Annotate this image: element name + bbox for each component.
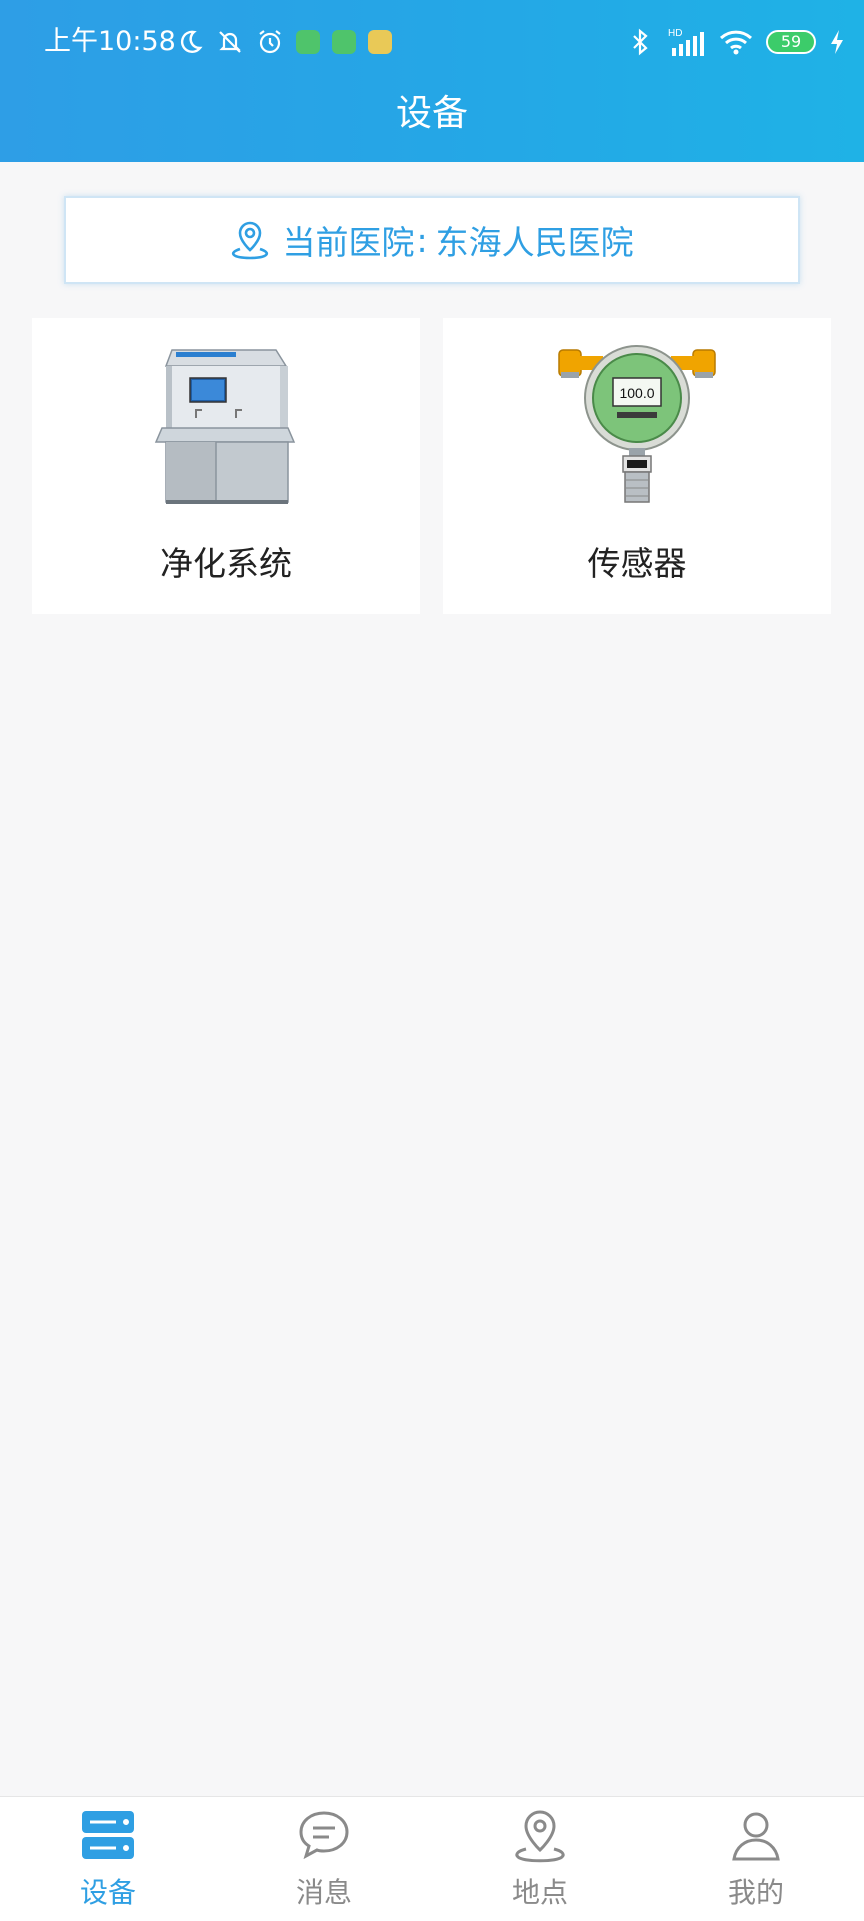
app-notification-icon [296, 30, 320, 54]
sensor-display-value: 100.0 [619, 385, 654, 401]
hospital-colon: : [416, 220, 428, 260]
hospital-label: 当前医院 [282, 223, 415, 262]
status-left-icons [176, 24, 392, 60]
moon-icon [180, 30, 203, 53]
charging-icon [831, 30, 843, 54]
network-type-label: HD [668, 28, 682, 39]
location-pin-icon [232, 221, 269, 260]
app-notification-icon [368, 30, 392, 54]
status-time: 上午10:58 [44, 26, 176, 57]
device-card-sensor[interactable]: 100.0 传感器 [443, 318, 831, 614]
purification-cabinet-image [32, 342, 420, 508]
current-hospital-selector[interactable]: 当前医院 : 东海人民医院 [64, 196, 800, 284]
status-right-icons: HD 59 [626, 22, 846, 62]
bluetooth-icon [633, 28, 648, 56]
nav-item-profile[interactable]: 我的 [648, 1797, 864, 1921]
battery-indicator: 59 [766, 30, 816, 54]
nav-item-messages[interactable]: 消息 [216, 1797, 432, 1921]
profile-icon [732, 1812, 780, 1861]
alarm-clock-icon [259, 30, 281, 54]
nav-item-locations[interactable]: 地点 [432, 1797, 648, 1921]
nav-label: 设备 [79, 1876, 136, 1909]
app-header: 上午10:58 HD 59 设备 [0, 0, 864, 162]
bottom-navigation: 设备 消息 地点 我的 [0, 1796, 864, 1921]
bell-off-icon [219, 31, 241, 53]
nav-label: 地点 [511, 1876, 568, 1909]
cellular-signal-icon: HD [668, 28, 704, 56]
device-card-purification[interactable]: 净化系统 [32, 318, 420, 614]
message-icon [299, 1811, 349, 1860]
status-bar: 上午10:58 HD 59 [0, 0, 864, 84]
device-card-label: 净化系统 [160, 544, 292, 583]
wifi-icon [719, 30, 753, 55]
app-notification-icon [332, 30, 356, 54]
device-icon [82, 1811, 134, 1859]
device-card-label: 传感器 [587, 544, 687, 583]
nav-label: 消息 [295, 1876, 352, 1909]
nav-label: 我的 [727, 1876, 784, 1909]
gas-sensor-image: 100.0 [443, 342, 831, 508]
page-title: 设备 [395, 93, 468, 134]
hospital-name: 东海人民医院 [435, 223, 634, 262]
location-icon [515, 1810, 565, 1863]
nav-item-devices[interactable]: 设备 [0, 1797, 216, 1921]
